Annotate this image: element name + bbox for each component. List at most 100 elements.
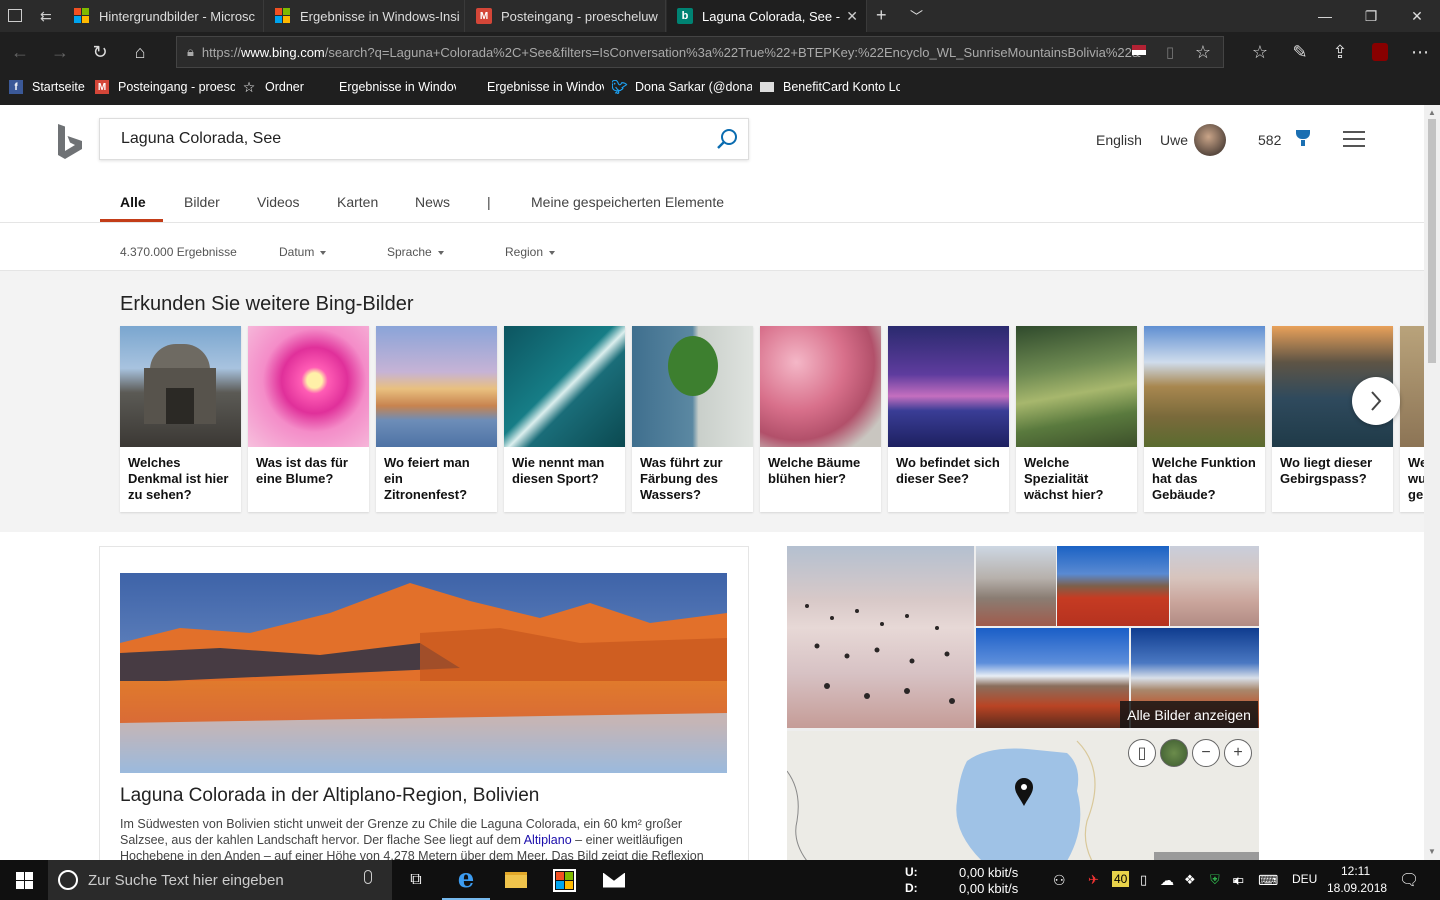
- carousel-card[interactable]: Wo feiert man ein Zitronenfest?: [376, 326, 497, 512]
- battery-icon[interactable]: ▯: [1140, 872, 1147, 888]
- mail-icon[interactable]: [590, 860, 638, 900]
- map-legend-icon[interactable]: ▯: [1128, 739, 1156, 767]
- tray-app-icon[interactable]: ✈: [1088, 872, 1099, 888]
- scroll-up-icon[interactable]: ▲: [1428, 108, 1436, 117]
- search-icon[interactable]: [716, 128, 738, 150]
- carousel-card[interactable]: Welche Spezialität wächst hier?: [1016, 326, 1137, 512]
- search-input[interactable]: Laguna Colorada, See: [99, 118, 749, 160]
- file-explorer-icon[interactable]: [492, 860, 540, 900]
- zoom-out-icon[interactable]: −: [1192, 739, 1220, 767]
- share-icon[interactable]: ⇪: [1320, 32, 1360, 72]
- scope-karten[interactable]: Karten: [337, 194, 378, 210]
- address-bar[interactable]: 🔒︎ https://www.bing.com/search?q=Laguna+…: [176, 36, 1224, 68]
- result-image[interactable]: [120, 573, 727, 773]
- filter-language[interactable]: Sprache: [387, 245, 444, 259]
- language-link[interactable]: English: [1096, 132, 1142, 148]
- zoom-in-icon[interactable]: +: [1224, 739, 1252, 767]
- scroll-down-icon[interactable]: ▼: [1428, 847, 1436, 856]
- favorite-ergebnisse-1[interactable]: Ergebnisse in Windov: [316, 80, 456, 94]
- people-icon[interactable]: ⚇: [1053, 872, 1066, 889]
- edge-icon[interactable]: e: [442, 860, 490, 900]
- gallery-image-shore[interactable]: [1170, 546, 1259, 626]
- scope-saved-items[interactable]: Meine gespeicherten Elemente: [531, 194, 724, 210]
- favorite-ergebnisse-2[interactable]: Ergebnisse in Windov: [464, 80, 604, 94]
- gallery-image-red-lagoon[interactable]: [1057, 546, 1169, 626]
- map-pin-icon[interactable]: [1013, 777, 1035, 807]
- laguna-landscape-image: [120, 573, 727, 773]
- volume-icon[interactable]: 🔈︎: [1234, 872, 1242, 889]
- tab-list-chevron-icon[interactable]: ﹀: [910, 6, 923, 25]
- tab-hintergrundbilder[interactable]: Hintergrundbilder - Microsc: [64, 0, 264, 32]
- favorite-benefitcard[interactable]: BenefitCard Konto Lo: [760, 80, 900, 94]
- dropbox-icon[interactable]: ❖: [1184, 872, 1196, 888]
- input-language[interactable]: DEU: [1292, 872, 1317, 886]
- filter-region[interactable]: Region: [505, 245, 556, 259]
- back-icon[interactable]: ←: [0, 32, 40, 72]
- close-window-icon[interactable]: ✕: [1394, 0, 1440, 32]
- carousel-card[interactable]: Wie nennt man diesen Sport?: [504, 326, 625, 512]
- gallery-image-volcano[interactable]: [976, 546, 1056, 626]
- map[interactable]: [787, 731, 1259, 860]
- keyboard-icon[interactable]: ⌨: [1258, 872, 1278, 889]
- rewards-trophy-icon[interactable]: [1296, 130, 1310, 148]
- action-center-icon[interactable]: 🗨︎: [1399, 870, 1419, 890]
- new-tab-icon[interactable]: +: [876, 5, 887, 26]
- favorite-ordner[interactable]: ☆ Ordner: [242, 80, 304, 94]
- security-shield-icon[interactable]: ⛨: [1210, 872, 1220, 888]
- taskbar-search-input[interactable]: Zur Suche Text hier eingeben: [48, 860, 392, 900]
- home-icon[interactable]: ⌂: [120, 32, 160, 72]
- favorite-posteingang[interactable]: M Posteingang - proesc: [95, 80, 235, 94]
- favorite-startseite[interactable]: f Startseite: [9, 80, 85, 94]
- page-scrollbar[interactable]: ▲ ▼: [1424, 105, 1440, 860]
- tab-ergebnisse[interactable]: Ergebnisse in Windows-Insi: [265, 0, 465, 32]
- tab-laguna[interactable]: b Laguna Colorada, See - ✕: [667, 0, 867, 32]
- rewards-points[interactable]: 582: [1258, 132, 1281, 148]
- clock-time[interactable]: 12:11: [1341, 864, 1370, 878]
- more-icon[interactable]: ⋯: [1400, 32, 1440, 72]
- restore-icon[interactable]: ❐: [1348, 0, 1394, 32]
- bing-logo-icon[interactable]: [56, 124, 84, 162]
- scope-alle[interactable]: Alle: [120, 194, 146, 210]
- all-images-button[interactable]: Alle Bilder anzeigen: [1120, 701, 1258, 728]
- web-notes-icon[interactable]: ✎: [1280, 32, 1320, 72]
- carousel-card[interactable]: Was ist das für eine Blume?: [248, 326, 369, 512]
- carousel-next-button[interactable]: [1352, 377, 1400, 425]
- favorites-hub-icon[interactable]: ☆: [1240, 32, 1280, 72]
- carousel-card[interactable]: Welche Bäume blühen hier?: [760, 326, 881, 512]
- carousel-card[interactable]: Was führt zur Färbung des Wassers?: [632, 326, 753, 512]
- user-name[interactable]: Uwe: [1160, 132, 1188, 148]
- result-title[interactable]: Laguna Colorada in der Altiplano-Region,…: [120, 785, 539, 807]
- tab-preview-icon[interactable]: [8, 9, 22, 22]
- forward-icon[interactable]: →: [40, 32, 80, 72]
- favorite-dona-sarkar[interactable]: 🐦︎ Dona Sarkar (@dona:: [612, 80, 752, 94]
- gallery-image-reflection[interactable]: [976, 628, 1129, 728]
- task-view-icon[interactable]: ⧉: [392, 860, 440, 900]
- ublock-extension-icon[interactable]: [1360, 32, 1400, 72]
- menu-icon[interactable]: [1343, 131, 1365, 147]
- aerial-view-icon[interactable]: [1160, 739, 1188, 767]
- minimize-icon[interactable]: —: [1302, 0, 1348, 32]
- scope-videos[interactable]: Videos: [257, 194, 300, 210]
- microphone-icon[interactable]: [364, 870, 372, 884]
- altiplano-link[interactable]: Altiplano: [524, 833, 572, 847]
- scroll-thumb[interactable]: [1428, 119, 1436, 363]
- filter-date[interactable]: Datum: [279, 245, 327, 259]
- carousel-card[interactable]: Welches Denkmal ist hier zu sehen?: [120, 326, 241, 512]
- carousel-card[interactable]: Wo befindet sich dieser See?: [888, 326, 1009, 512]
- set-aside-tabs-icon[interactable]: ⇇: [40, 8, 52, 25]
- scope-bilder[interactable]: Bilder: [184, 194, 220, 210]
- carousel-card[interactable]: Welche Funktion hat das Gebäude?: [1144, 326, 1265, 512]
- gallery-image-flamingos[interactable]: [787, 546, 974, 728]
- tray-badge[interactable]: 40: [1112, 871, 1130, 887]
- onedrive-icon[interactable]: ☁: [1160, 872, 1174, 889]
- favorite-star-icon[interactable]: ☆: [1183, 32, 1223, 72]
- clock-date[interactable]: 18.09.2018: [1327, 881, 1387, 895]
- avatar[interactable]: [1194, 124, 1226, 156]
- refresh-icon[interactable]: ↻: [80, 32, 120, 72]
- close-tab-icon[interactable]: ✕: [846, 8, 858, 25]
- store-icon[interactable]: [540, 860, 588, 900]
- scope-news[interactable]: News: [415, 194, 450, 210]
- windows-start-icon[interactable]: [0, 860, 48, 900]
- tab-posteingang[interactable]: M Posteingang - proescheluw: [466, 0, 666, 32]
- carousel-card[interactable]: We wu ge: [1400, 326, 1424, 512]
